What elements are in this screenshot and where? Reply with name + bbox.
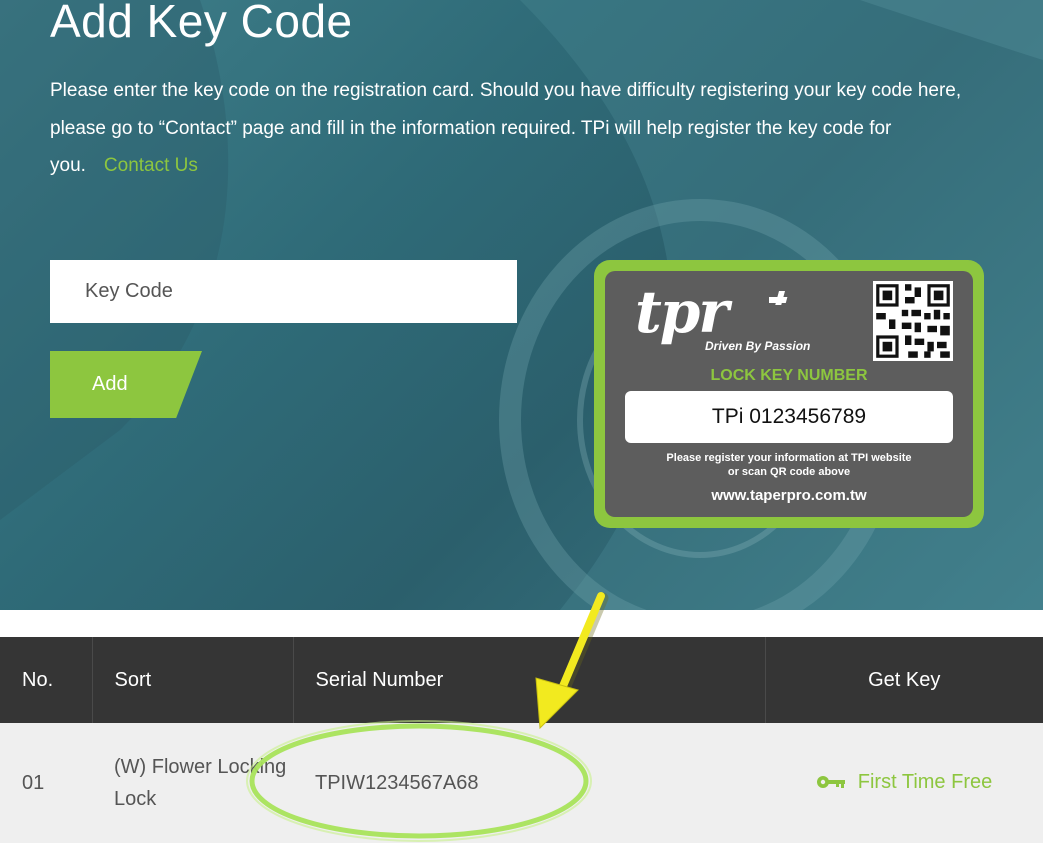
card-key-number: TPi 0123456789 <box>625 391 953 443</box>
table-row: 01 (W) Flower Locking Lock TPIW1234567A6… <box>0 723 1043 843</box>
card-tagline: Driven By Passion <box>705 339 811 353</box>
cell-get-key: First Time Free <box>765 723 1043 843</box>
get-key-label: First Time Free <box>857 770 993 793</box>
card-url: www.taperpro.com.tw <box>711 487 867 504</box>
instructions-text: Please enter the key code on the registr… <box>50 72 1000 185</box>
qr-code-icon <box>873 281 953 361</box>
contact-us-link[interactable]: Contact Us <box>104 155 198 176</box>
cell-sort: (W) Flower Locking Lock <box>114 756 287 810</box>
key-table: No. Sort Serial Number Get Key 01 (W) Fl… <box>0 637 1043 843</box>
column-header-serial-number: Serial Number <box>293 637 766 723</box>
key-code-input[interactable] <box>50 260 517 323</box>
key-icon <box>816 776 845 789</box>
column-header-no: No. <box>0 637 93 723</box>
cell-serial-number: TPIW1234567A68 <box>315 771 479 794</box>
cell-no: 01 <box>22 771 45 794</box>
table-header-row: No. Sort Serial Number Get Key <box>0 637 1043 723</box>
get-key-link[interactable]: First Time Free <box>816 771 992 794</box>
column-header-sort: Sort <box>92 637 294 723</box>
hero-banner: Add Key Code Please enter the key code o… <box>0 0 1043 610</box>
card-label: LOCK KEY NUMBER <box>710 367 868 384</box>
card-note-line: or scan QR code above <box>727 466 851 478</box>
registration-card-body: tpr Driven By Passion LOCK KEY NUMBER TP… <box>605 271 973 517</box>
tpr-logo: tpr <box>635 278 729 346</box>
logo-plus-mark-icon <box>769 291 788 305</box>
page-title: Add Key Code <box>50 0 353 47</box>
registration-card-image: tpr Driven By Passion LOCK KEY NUMBER TP… <box>594 260 984 528</box>
add-button[interactable]: Add <box>50 351 202 418</box>
card-note-line: Please register your information at TPI … <box>666 452 912 464</box>
column-header-get-key: Get Key <box>868 668 941 691</box>
card-note: Please register your information at TPI … <box>605 451 973 479</box>
